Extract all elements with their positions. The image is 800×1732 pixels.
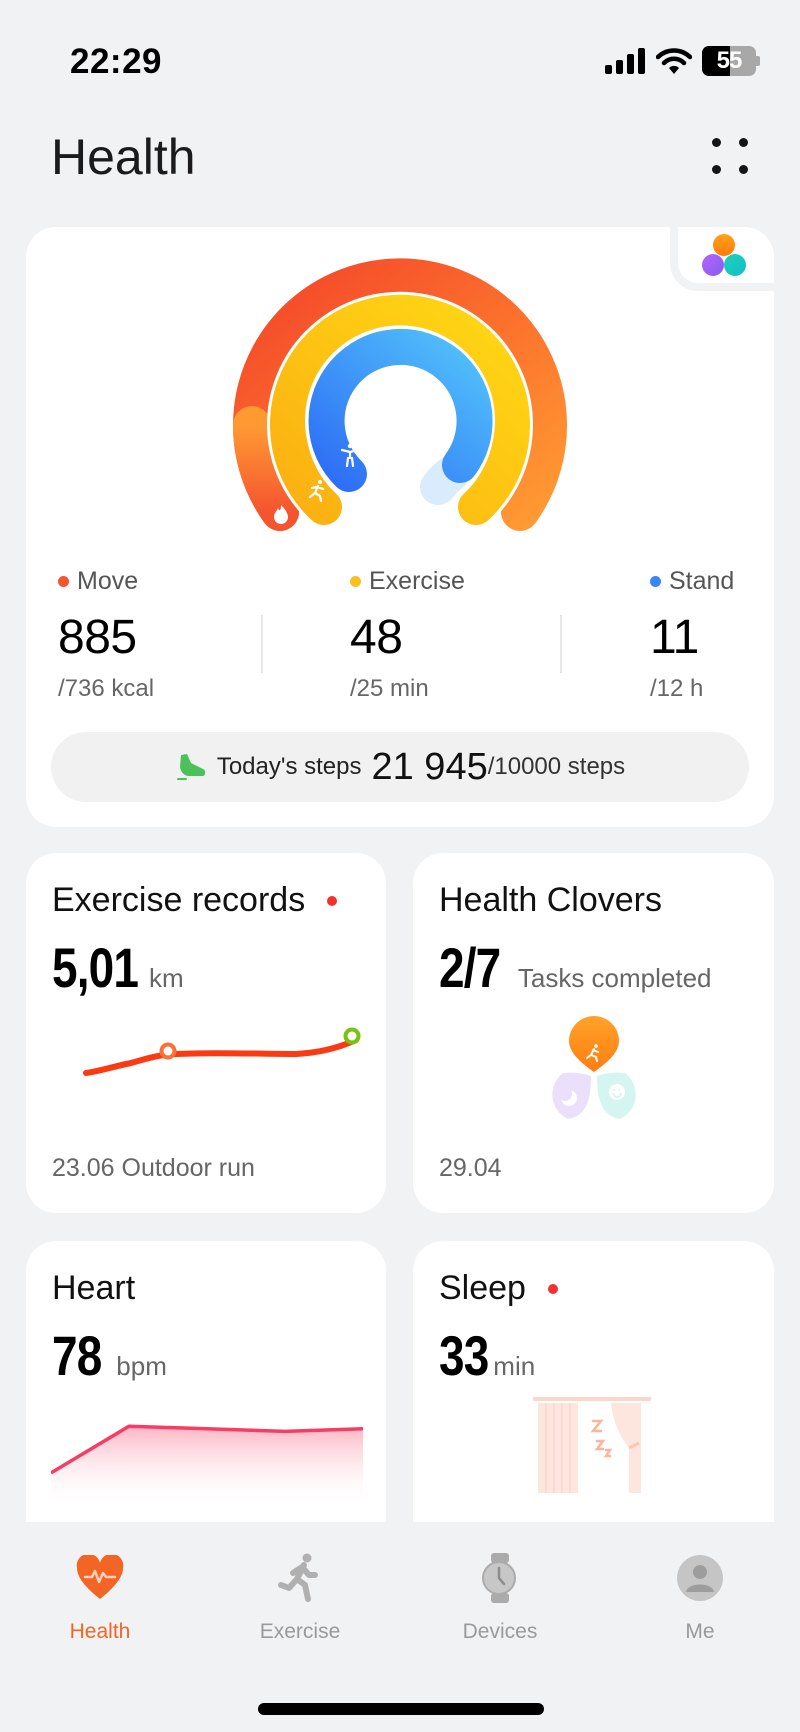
tab-me[interactable]: Me <box>600 1540 800 1660</box>
smile-icon <box>609 1084 625 1100</box>
metric-exercise[interactable]: Exercise 48 /25 min <box>350 567 465 703</box>
route-start <box>159 1042 177 1060</box>
metric-goal: /736 kcal <box>58 675 155 702</box>
health-clover-icon <box>702 234 746 276</box>
metric-value: 11 <box>650 611 699 664</box>
heart-card[interactable]: Heart 78 bpm <box>26 1241 386 1522</box>
battery-level: 55 <box>716 47 743 74</box>
card-value: 33 <box>439 1324 489 1387</box>
status-time: 22:29 <box>70 42 163 81</box>
heart-rate-chart <box>51 1424 363 1501</box>
metric-move[interactable]: Move 885 /736 kcal <box>58 567 154 703</box>
wifi-icon <box>656 48 692 74</box>
tab-devices[interactable]: Devices <box>400 1540 600 1660</box>
curtain-illustration <box>533 1397 651 1493</box>
sleep-card[interactable]: Sleep 33 min <box>413 1241 774 1522</box>
card-footer: 29.04 <box>439 1154 502 1182</box>
user-icon <box>677 1555 723 1601</box>
metric-value: 885 <box>58 611 137 664</box>
exercise-dot <box>350 576 361 587</box>
exercise-records-card[interactable]: Exercise records 5,01 km 23.06 Outdoor ru… <box>26 853 386 1213</box>
metric-stand[interactable]: Stand 11 /12 h <box>650 567 734 703</box>
runner-icon <box>278 1553 318 1602</box>
card-value: 78 <box>52 1324 102 1387</box>
metric-value: 48 <box>350 611 403 664</box>
clover-exercise-leaf <box>569 1016 619 1072</box>
battery-icon: 55 <box>702 46 760 76</box>
divider <box>560 615 562 673</box>
card-unit: km <box>149 963 184 993</box>
card-unit: min <box>493 1351 536 1381</box>
steps-label: Today's steps <box>216 753 362 780</box>
metric-goal: /12 h <box>650 675 704 702</box>
activity-metrics: Move 885 /736 kcal Exercise 48 /25 min S… <box>26 567 774 702</box>
grid-dots-icon[interactable] <box>708 134 752 178</box>
heart-pulse-icon <box>76 1555 124 1599</box>
metric-label: Move <box>77 567 139 595</box>
zzz-icon <box>590 1419 613 1458</box>
metric-label: Stand <box>669 567 735 595</box>
health-clover-button[interactable] <box>670 227 774 291</box>
card-title: Exercise records <box>52 881 306 919</box>
heart-rate-area <box>51 1426 363 1501</box>
divider <box>261 615 263 673</box>
signal-icon <box>605 48 645 74</box>
steps-value: 21 945 <box>371 745 488 788</box>
shoe-icon <box>176 754 206 780</box>
page-title: Health <box>51 129 196 185</box>
status-icons: 55 <box>604 46 760 76</box>
activity-rings-card[interactable]: Move 885 /736 kcal Exercise 48 /25 min S… <box>26 227 774 827</box>
move-dot <box>58 576 69 587</box>
tab-label: Exercise <box>259 1620 341 1643</box>
activity-rings <box>232 258 567 531</box>
health-clovers-card[interactable]: Health Clovers 2/7 Tasks completed 29.04 <box>413 853 774 1213</box>
tab-label: Devices <box>462 1620 538 1643</box>
card-value: 2/7 <box>439 936 501 999</box>
tab-health[interactable]: Health <box>0 1540 200 1660</box>
tab-label: Health <box>69 1620 131 1643</box>
new-badge <box>327 895 338 906</box>
card-title: Sleep <box>439 1269 526 1307</box>
route-end <box>343 1027 361 1045</box>
steps-goal: /10000 steps <box>487 753 626 780</box>
tab-label: Me <box>685 1620 715 1643</box>
route-map <box>83 1027 361 1076</box>
card-unit: bpm <box>116 1351 167 1381</box>
metric-label: Exercise <box>369 567 465 595</box>
status-bar: 22:29 55 <box>0 0 800 110</box>
card-footer: 23.06 Outdoor run <box>52 1154 255 1182</box>
new-badge <box>547 1283 558 1294</box>
tab-exercise[interactable]: Exercise <box>200 1540 400 1660</box>
stand-dot <box>650 576 661 587</box>
card-value: 5,01 <box>52 936 139 999</box>
steps-pill[interactable]: Today's steps 21 945 /10000 steps <box>51 732 749 802</box>
card-title: Health Clovers <box>439 881 662 919</box>
clover-graphic <box>552 1016 636 1119</box>
tab-bar: Health Exercise Devices Me <box>0 1540 800 1660</box>
watch-icon <box>482 1553 516 1603</box>
card-title: Heart <box>52 1269 136 1307</box>
card-unit: Tasks completed <box>517 963 712 993</box>
home-indicator[interactable] <box>258 1703 544 1715</box>
metric-goal: /25 min <box>350 675 429 702</box>
